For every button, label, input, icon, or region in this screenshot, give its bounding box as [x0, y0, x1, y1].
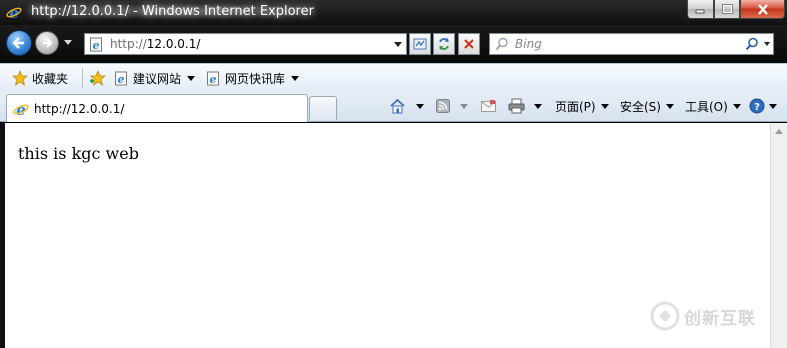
- back-button[interactable]: [6, 30, 32, 56]
- watermark-text: 创新互联: [684, 308, 756, 329]
- maximize-icon: [721, 4, 733, 14]
- print-button[interactable]: [508, 97, 542, 115]
- chevron-down-icon[interactable]: [534, 103, 542, 109]
- url-scheme: http://: [110, 37, 147, 51]
- chevron-down-icon: [187, 75, 196, 81]
- svg-text:?: ?: [754, 102, 760, 113]
- home-button[interactable]: [389, 97, 424, 115]
- favorites-item-label: 建议网站: [133, 71, 182, 86]
- stop-button[interactable]: [458, 33, 480, 55]
- tab-command-bar: e http://12.0.0.1/ 页面(P) 安全(S) 工具(O) ?: [0, 91, 787, 122]
- favorites-bar: 收藏夹 e 建议网站 e 网页快讯库: [0, 63, 787, 91]
- help-menu[interactable]: ?: [749, 97, 777, 115]
- safety-menu-label: 安全(S): [620, 99, 661, 114]
- chevron-down-icon: [769, 103, 777, 109]
- tab-current[interactable]: e http://12.0.0.1/: [6, 94, 308, 122]
- search-options-dropdown[interactable]: [764, 42, 770, 46]
- favorites-divider: [82, 68, 83, 88]
- svg-text:e: e: [9, 4, 19, 20]
- svg-text:e: e: [118, 73, 125, 86]
- ie-logo-icon: e: [6, 4, 22, 20]
- chevron-down-icon: [732, 103, 741, 109]
- maximize-button[interactable]: [714, 0, 740, 19]
- title-bar[interactable]: e http://12.0.0.1/ - Windows Internet Ex…: [0, 0, 787, 25]
- chevron-down-icon[interactable]: [460, 103, 468, 109]
- search-box[interactable]: Bing: [489, 33, 774, 55]
- recent-pages-dropdown[interactable]: [64, 40, 72, 45]
- add-favorite-icon: [89, 70, 107, 86]
- ie-page-icon: e: [207, 71, 219, 86]
- favorites-item-label: 网页快讯库: [225, 71, 286, 86]
- tab-title: http://12.0.0.1/: [34, 102, 125, 116]
- favorites-item-web-slice-gallery[interactable]: e 网页快讯库: [206, 69, 300, 87]
- minimize-button[interactable]: [687, 0, 714, 19]
- forward-arrow-icon: [43, 38, 53, 48]
- chevron-down-icon: [600, 103, 609, 109]
- chevron-down-icon: [291, 75, 300, 81]
- minimize-icon: [695, 9, 705, 14]
- search-icon[interactable]: [745, 37, 759, 51]
- ie-logo-icon: e: [13, 101, 29, 117]
- chevron-down-icon: [665, 103, 674, 109]
- url-host: 12.0.0.1/: [146, 37, 201, 51]
- rss-feed-icon: [436, 99, 450, 113]
- chevron-down-icon[interactable]: [416, 103, 424, 109]
- tools-menu[interactable]: 工具(O): [685, 97, 741, 115]
- svg-text:e: e: [16, 101, 26, 117]
- stop-icon: [464, 39, 474, 49]
- search-input[interactable]: Bing: [515, 37, 542, 51]
- favorites-button[interactable]: 收藏夹: [12, 69, 68, 87]
- home-icon: [390, 98, 405, 114]
- refresh-button[interactable]: [433, 33, 455, 55]
- scroll-up-arrow-icon[interactable]: [775, 129, 783, 134]
- favorites-star-icon: [12, 70, 28, 86]
- add-to-favorites-bar-button[interactable]: [89, 69, 107, 87]
- page-body-text: this is kgc web: [18, 144, 139, 163]
- help-icon: ?: [749, 98, 765, 114]
- close-button[interactable]: [740, 0, 785, 19]
- address-bar[interactable]: e http://12.0.0.1/: [84, 33, 407, 55]
- window-title: http://12.0.0.1/ - Windows Internet Expl…: [27, 4, 318, 19]
- close-icon: [757, 3, 768, 15]
- refresh-icon: [439, 38, 449, 50]
- watermark-logo-icon: [650, 301, 680, 331]
- favorites-item-suggested-sites[interactable]: e 建议网站: [114, 69, 196, 87]
- feeds-button[interactable]: [436, 97, 468, 115]
- page-menu[interactable]: 页面(P): [555, 97, 609, 115]
- vertical-scrollbar[interactable]: [770, 123, 787, 348]
- svg-text:e: e: [210, 73, 217, 86]
- back-arrow-icon: [12, 37, 24, 49]
- safety-menu[interactable]: 安全(S): [620, 97, 674, 115]
- compatibility-view-button[interactable]: [409, 33, 431, 55]
- page-icon: e: [90, 37, 102, 52]
- mail-icon: [481, 100, 496, 112]
- favorites-label: 收藏夹: [32, 71, 69, 86]
- search-provider-icon: [495, 37, 508, 51]
- page-menu-label: 页面(P): [555, 99, 596, 114]
- watermark: 创新互联: [650, 301, 756, 331]
- read-mail-button[interactable]: [481, 97, 496, 115]
- compatibility-view-icon: [413, 38, 427, 50]
- address-url[interactable]: http://12.0.0.1/: [110, 37, 200, 51]
- forward-button[interactable]: [35, 31, 59, 55]
- ie-page-icon: e: [115, 71, 127, 86]
- new-tab-button[interactable]: [309, 96, 337, 120]
- printer-icon: [508, 98, 525, 114]
- address-dropdown[interactable]: [394, 42, 402, 47]
- svg-text:e: e: [93, 39, 100, 52]
- window-controls: [687, 0, 785, 20]
- tools-menu-label: 工具(O): [685, 99, 728, 114]
